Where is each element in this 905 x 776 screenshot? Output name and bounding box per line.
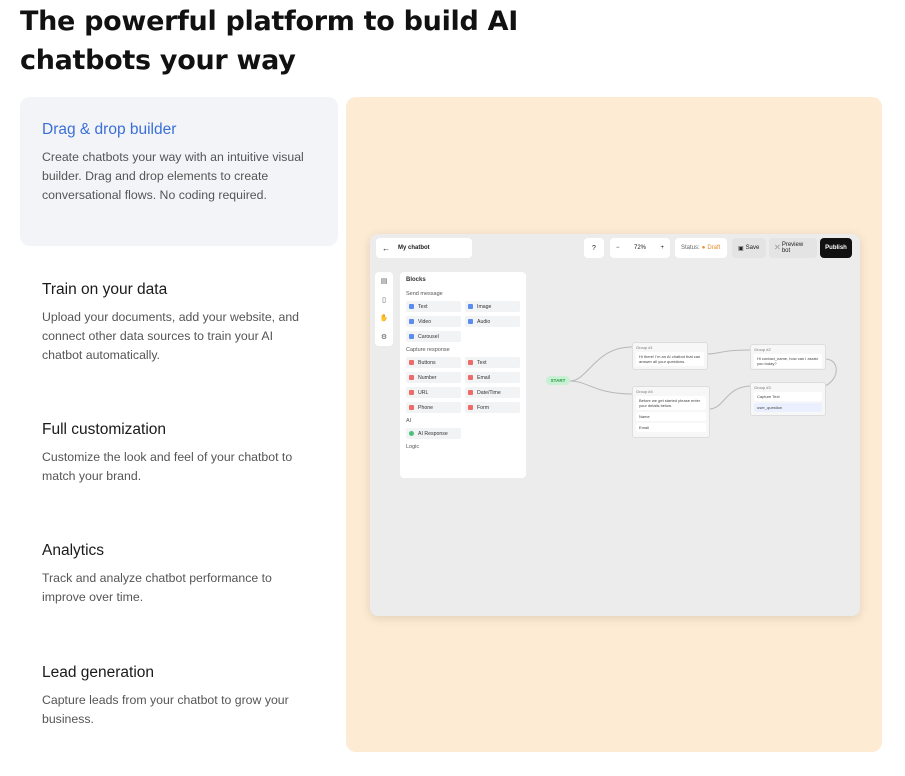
flow-group-2[interactable]: Group #2 Hi contact_name, how can I assi… — [750, 344, 826, 370]
feature-drag-drop[interactable]: Drag & drop builder Create chatbots your… — [20, 97, 338, 246]
flow-connectors — [569, 346, 837, 410]
feature-analytics[interactable]: Analytics Track and analyze chatbot perf… — [20, 542, 338, 607]
feature-title: Drag & drop builder — [42, 121, 177, 138]
feature-title: Train on your data — [42, 281, 168, 298]
flow-group-4[interactable]: Group #4 Before we get started please en… — [632, 386, 710, 438]
group-title: Group #4 — [636, 389, 653, 394]
group-title: Group #1 — [636, 345, 653, 350]
feature-lead-generation[interactable]: Lead generation Capture leads from your … — [20, 664, 338, 729]
group-message: Before we get started please enter your … — [636, 396, 706, 410]
group-input-name: Name — [636, 412, 706, 421]
feature-customization[interactable]: Full customization Customize the look an… — [20, 421, 338, 486]
group-variable: user_question — [754, 403, 822, 412]
feature-desc: Capture leads from your chatbot to grow … — [42, 693, 289, 726]
group-message: Hi contact_name, how can I assist you to… — [754, 354, 822, 368]
feature-desc: Upload your documents, add your website,… — [42, 310, 300, 362]
group-message: Hi there! I'm an AI chatbot that can ans… — [636, 352, 704, 366]
feature-desc: Create chatbots your way with an intuiti… — [42, 150, 304, 202]
group-capture: Capture Text — [754, 392, 822, 401]
feature-title: Full customization — [42, 421, 167, 438]
group-title: Group #3 — [754, 385, 771, 390]
headline: The powerful platform to build AI chatbo… — [20, 6, 518, 76]
feature-title: Analytics — [42, 542, 105, 559]
feature-desc: Track and analyze chatbot performance to… — [42, 571, 272, 604]
flow-group-3[interactable]: Group #3 Capture Text user_question — [750, 382, 826, 416]
feature-title: Lead generation — [42, 664, 155, 681]
feature-desc: Customize the look and feel of your chat… — [42, 450, 293, 483]
group-title: Group #2 — [754, 347, 771, 352]
group-input-email: Email — [636, 423, 706, 432]
start-node[interactable]: START — [546, 376, 570, 385]
flow-group-1[interactable]: Group #1 Hi there! I'm an AI chatbot tha… — [632, 342, 708, 370]
chatbot-builder-screenshot: ← My chatbot ? − 72% + Status: ● Draft ▣… — [370, 234, 860, 616]
feature-train-data[interactable]: Train on your data Upload your documents… — [20, 281, 338, 365]
